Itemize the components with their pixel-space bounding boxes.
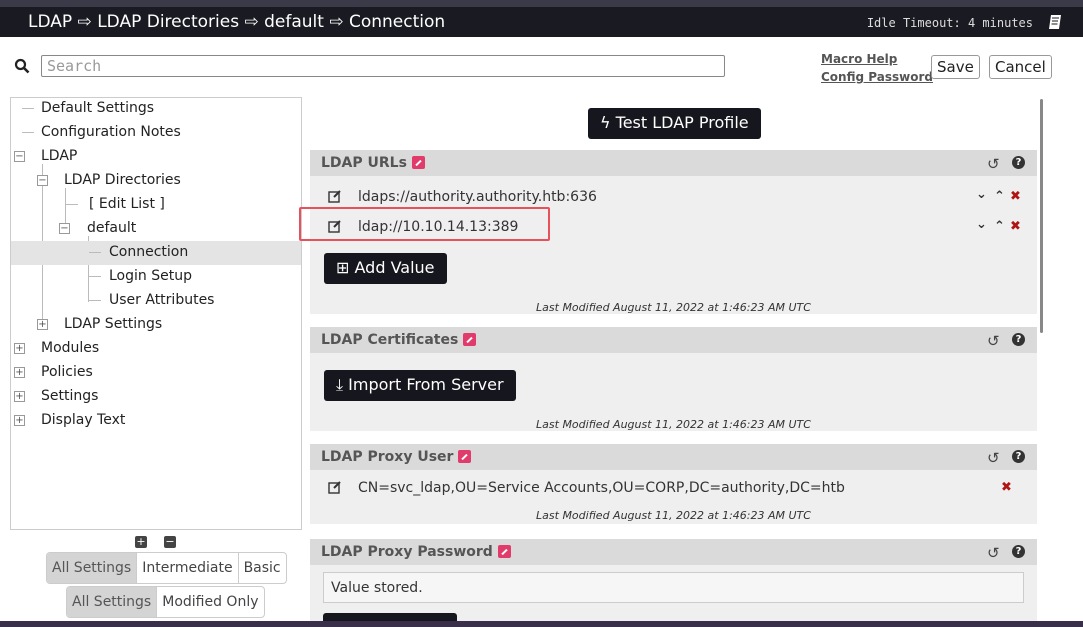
save-button[interactable]: Save [931, 55, 980, 79]
filter-all-settings[interactable]: All Settings [67, 587, 157, 617]
tree-item-ldap-directories[interactable]: − LDAP Directories [11, 169, 301, 193]
level-filter: All Settings Intermediate Basic [46, 552, 287, 584]
highlight-box [299, 207, 550, 241]
tree-item-login-setup[interactable]: Login Setup [11, 265, 301, 289]
panel-title: LDAP URLs [321, 155, 407, 171]
expand-icon[interactable]: + [37, 319, 48, 330]
edit-icon[interactable] [328, 189, 342, 203]
tree-item-configuration-notes[interactable]: Configuration Notes [11, 121, 301, 145]
panel-title: LDAP Proxy Password [321, 544, 493, 560]
undo-icon[interactable]: ↺ [987, 544, 1000, 562]
expand-all-icon[interactable]: + [135, 536, 147, 548]
delete-icon[interactable]: ✖ [1010, 189, 1021, 204]
ldap-proxy-user-panel: LDAP Proxy User ↺ ? CN=svc_ldap,OU=Servi… [310, 444, 1037, 524]
proxy-user-value[interactable]: CN=svc_ldap,OU=Service Accounts,OU=CORP,… [358, 480, 845, 496]
ldap-certificates-panel: LDAP Certificates ↺ ? ⤓ Import From Serv… [310, 327, 1037, 431]
idle-timeout: Idle Timeout: 4 minutes [866, 16, 1033, 30]
plus-icon: ⊞ [336, 258, 350, 277]
bottom-border [0, 621, 1083, 627]
search-icon [14, 58, 30, 74]
expand-icon[interactable]: + [14, 343, 25, 354]
delete-icon[interactable]: ✖ [1001, 480, 1012, 495]
add-value-button[interactable]: ⊞ Add Value [324, 253, 447, 284]
help-icon[interactable]: ? [1012, 333, 1025, 346]
macro-help-link[interactable]: Macro Help [821, 52, 897, 66]
tree-item-display-text[interactable]: + Display Text [11, 409, 301, 433]
scrollbar[interactable] [1040, 99, 1043, 333]
level-basic[interactable]: Basic [237, 553, 286, 583]
move-down-icon[interactable]: ⌄ [976, 217, 987, 232]
cancel-button[interactable]: Cancel [989, 55, 1052, 79]
expand-icon[interactable]: + [14, 391, 25, 402]
search-input[interactable] [41, 55, 725, 77]
last-modified: Last Modified August 11, 2022 at 1:46:23… [536, 509, 811, 522]
delete-icon[interactable]: ✖ [1010, 219, 1021, 234]
tree-item-edit-list[interactable]: [ Edit List ] [11, 193, 301, 217]
panel-title: LDAP Proxy User [321, 449, 454, 465]
collapse-icon[interactable]: − [37, 175, 48, 186]
collapse-icon[interactable]: − [59, 223, 70, 234]
undo-icon[interactable]: ↺ [987, 332, 1000, 350]
tree-item-ldap-settings[interactable]: + LDAP Settings [11, 313, 301, 337]
expand-icon[interactable]: + [14, 367, 25, 378]
breadcrumb: LDAP ⇨ LDAP Directories ⇨ default ⇨ Conn… [28, 12, 446, 32]
header-bar: LDAP ⇨ LDAP Directories ⇨ default ⇨ Conn… [0, 7, 1083, 37]
ldap-proxy-password-panel: LDAP Proxy Password ↺ ? Value stored. [310, 539, 1037, 622]
tree-item-ldap[interactable]: − LDAP [11, 145, 301, 169]
help-icon[interactable]: ? [1012, 156, 1025, 169]
tree-item-policies[interactable]: + Policies [11, 361, 301, 385]
test-ldap-profile-button[interactable]: ϟ Test LDAP Profile [588, 108, 761, 139]
modified-icon [411, 156, 425, 169]
collapse-all-icon[interactable]: − [164, 536, 176, 548]
modified-icon [497, 545, 511, 558]
book-icon[interactable] [1047, 14, 1063, 30]
tree-item-settings[interactable]: + Settings [11, 385, 301, 409]
url-value[interactable]: ldaps://authority.authority.htb:636 [358, 189, 597, 205]
import-from-server-button[interactable]: ⤓ Import From Server [324, 370, 516, 401]
password-stored-field: Value stored. [323, 572, 1024, 603]
undo-icon[interactable]: ↺ [987, 449, 1000, 467]
help-icon[interactable]: ? [1012, 450, 1025, 463]
lightning-icon: ϟ [600, 113, 611, 132]
panel-title: LDAP Certificates [321, 332, 459, 348]
download-icon: ⤓ [336, 375, 344, 394]
tree-item-default-settings[interactable]: Default Settings [11, 97, 301, 121]
tree-item-default[interactable]: − default [11, 217, 301, 241]
top-border [0, 0, 1083, 7]
last-modified: Last Modified August 11, 2022 at 1:46:23… [536, 301, 811, 314]
move-down-icon[interactable]: ⌄ [976, 187, 987, 202]
help-icon[interactable]: ? [1012, 545, 1025, 558]
undo-icon[interactable]: ↺ [987, 155, 1000, 173]
filter-modified-only[interactable]: Modified Only [156, 587, 263, 617]
collapse-icon[interactable]: − [14, 151, 25, 162]
config-password-link[interactable]: Config Password [821, 70, 933, 84]
tree-item-user-attributes[interactable]: User Attributes [11, 289, 301, 313]
modified-icon [458, 450, 472, 463]
edit-icon[interactable] [328, 480, 342, 494]
expand-icon[interactable]: + [14, 415, 25, 426]
modified-icon [463, 333, 477, 346]
tree-item-connection[interactable]: Connection [11, 241, 301, 265]
level-all-settings[interactable]: All Settings [47, 553, 137, 583]
proxy-user-row: CN=svc_ldap,OU=Service Accounts,OU=CORP,… [328, 480, 1018, 498]
move-up-icon[interactable]: ⌃ [994, 189, 1005, 204]
move-up-icon[interactable]: ⌃ [994, 219, 1005, 234]
settings-panel: ϟ Test LDAP Profile LDAP URLs ↺ ? ldaps:… [310, 97, 1045, 622]
last-modified: Last Modified August 11, 2022 at 1:46:23… [536, 418, 811, 431]
url-value-row: ldaps://authority.authority.htb:636 ⌄ ⌃ … [328, 187, 1021, 207]
navigation-tree: Default Settings Configuration Notes − L… [10, 97, 302, 530]
tree-item-modules[interactable]: + Modules [11, 337, 301, 361]
modified-filter: All Settings Modified Only [66, 586, 265, 618]
level-intermediate[interactable]: Intermediate [136, 553, 237, 583]
